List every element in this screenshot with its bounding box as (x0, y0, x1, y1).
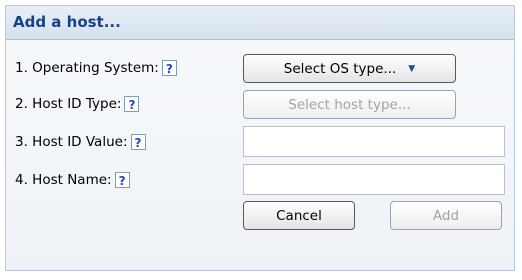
os-label: 1. Operating System: (15, 60, 159, 76)
os-help-icon[interactable]: ? (161, 60, 177, 76)
host-id-value-label: 3. Host ID Value: (15, 134, 128, 150)
host-type-label: 2. Host ID Type: (15, 96, 122, 112)
add-button: Add (390, 201, 502, 230)
add-host-dialog: Add a host... 1. Operating System: ? Sel… (5, 5, 515, 271)
host-type-select-label: Select host type... (288, 96, 411, 113)
os-type-select[interactable]: Select OS type... ▼ (243, 54, 456, 83)
chevron-down-icon: ▼ (408, 63, 416, 74)
host-name-input[interactable] (243, 164, 505, 195)
host-id-value-row: 3. Host ID Value: ? (15, 127, 146, 157)
dialog-title: Add a host... (6, 6, 514, 40)
host-name-row: 4. Host Name: ? (15, 165, 130, 195)
host-id-value-help-icon[interactable]: ? (130, 134, 146, 150)
host-type-row: 2. Host ID Type: ? (15, 89, 140, 119)
host-name-help-icon[interactable]: ? (114, 172, 130, 188)
host-id-value-input[interactable] (243, 126, 505, 157)
host-type-select: Select host type... (243, 90, 456, 119)
os-select-label: Select OS type... (283, 60, 397, 77)
cancel-label: Cancel (276, 207, 322, 224)
host-type-help-icon[interactable]: ? (124, 96, 140, 112)
add-label: Add (432, 207, 460, 224)
os-row: 1. Operating System: ? (15, 53, 177, 83)
host-name-label: 4. Host Name: (15, 172, 112, 188)
cancel-button[interactable]: Cancel (243, 201, 355, 230)
